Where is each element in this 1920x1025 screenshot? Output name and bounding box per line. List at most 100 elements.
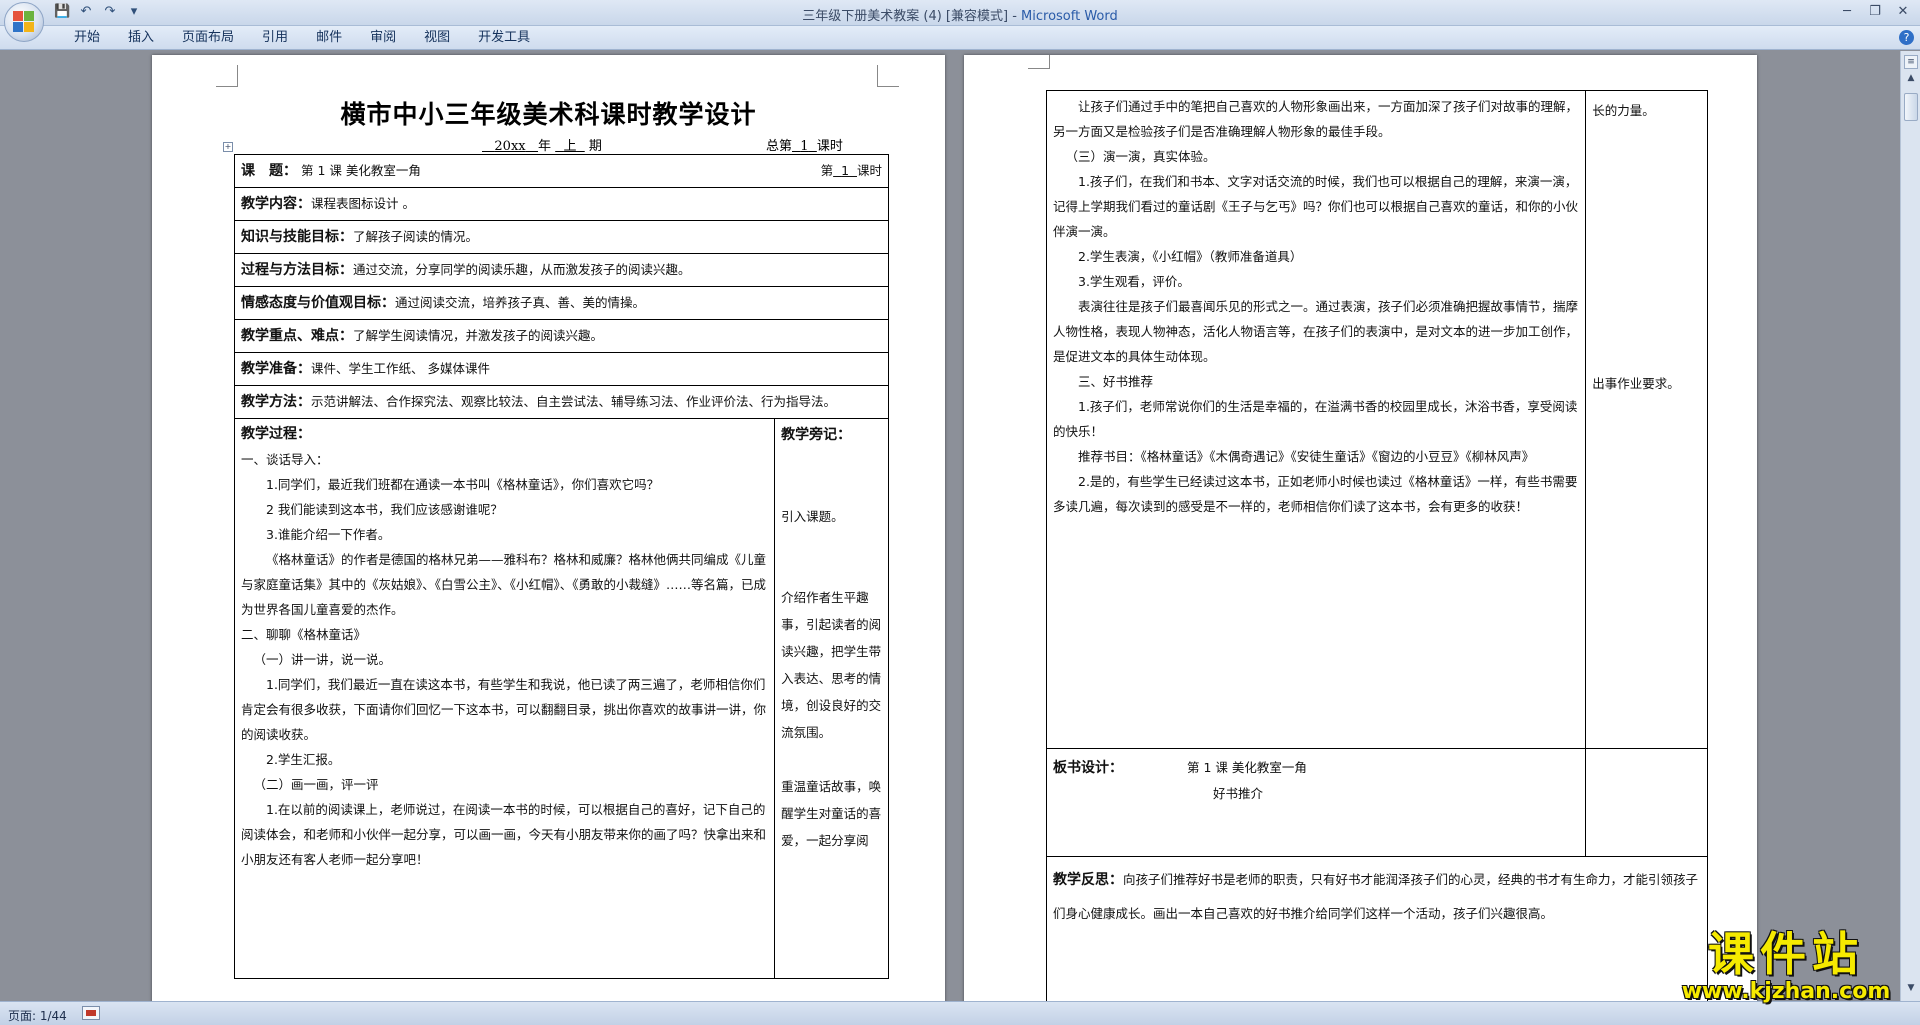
term-info: 20xx 年 上 期: [494, 139, 602, 154]
info-row: 过程与方法目标：通过交流，分享同学的阅读乐趣，从而激发孩子的阅读兴趣。: [234, 253, 889, 287]
note-text: 长的力量。: [1592, 103, 1655, 118]
scroll-up-icon[interactable]: ▲: [1904, 73, 1918, 87]
tab-7[interactable]: 开发工具: [464, 30, 544, 46]
process-paragraph: 2.是的，有些学生已经读过这本书，正如老师小时候也读过《格林童话》一样，有些书需…: [1053, 474, 1578, 514]
site-watermark: 课件站 www.kjzhan.com: [1676, 928, 1896, 1004]
note-text: 重温童话故事，唤醒学生对童话的喜爱，一起分享阅: [781, 779, 882, 848]
row-label: 过程与方法目标：: [241, 262, 353, 278]
info-row: 情感态度与价值观目标：通过阅读交流，培养孩子真、善、美的情操。: [234, 286, 889, 320]
tab-3[interactable]: 引用: [248, 30, 302, 46]
process-paragraph: 1.同学们，最近我们班都在通读一本书叫《格林童话》，你们喜欢它吗？: [266, 477, 660, 492]
process-paragraph: 让孩子们通过手中的笔把自己喜欢的人物形象画出来，一方面加深了孩子们对故事的理解，…: [1053, 99, 1579, 139]
minimize-icon[interactable]: ─: [1834, 2, 1860, 22]
restore-icon[interactable]: ❐: [1862, 2, 1888, 22]
tab-2[interactable]: 页面布局: [168, 30, 248, 46]
reflection-text: 向孩子们推荐好书是老师的职责，只有好书才能润泽孩子们的心灵，经典的书才有生命力，…: [1053, 872, 1699, 921]
language-icon[interactable]: [82, 1006, 100, 1020]
margin-mark: [1028, 55, 1050, 69]
scroll-down-icon[interactable]: ▼: [1904, 983, 1918, 997]
tab-list: 开始 插入 页面布局 引用 邮件 审阅 视图 开发工具: [60, 30, 544, 46]
topic-row: 课 题： 第 1 课 美化教室一角 第 1 课时: [234, 154, 889, 188]
process-paragraph: 1.在以前的阅读课上，老师说过，在阅读一本书的时候，可以根据自己的喜好，记下自己…: [241, 802, 767, 867]
row-value: 课件、学生工作纸、 多媒体课件: [311, 361, 490, 376]
office-button[interactable]: [4, 2, 44, 42]
notes-cell: 教学旁记： 引入课题。 介绍作者生平趣事，引起读者的阅读兴趣，把学生带入表达、思考…: [774, 418, 889, 979]
notes-cell-continued: 长的力量。 出事作业要求。: [1585, 90, 1708, 749]
process-row: 教学过程： 一、谈话导入： 1.同学们，最近我们班都在通读一本书叫《格林童话》，你…: [233, 418, 889, 979]
process-paragraph: （二）画一画，评一评: [253, 777, 379, 792]
row-label: 情感态度与价值观目标：: [241, 295, 395, 311]
row-value: 通过交流，分享同学的阅读乐趣，从而激发孩子的阅读兴趣。: [353, 262, 691, 277]
window-title: 三年级下册美术教案 (4) [兼容模式] - Microsoft Word: [802, 9, 1118, 24]
close-icon[interactable]: ✕: [1890, 2, 1916, 22]
process-paragraph: 1.同学们，我们最近一直在读这本书，有些学生和我说，他已读了两三遍了，老师相信你…: [241, 677, 767, 742]
process-paragraph: 三、好书推荐: [1078, 374, 1154, 389]
tab-4[interactable]: 邮件: [302, 30, 356, 46]
info-row: 教学准备：课件、学生工作纸、 多媒体课件: [234, 352, 889, 386]
info-row: 教学内容：课程表图标设计 。: [234, 187, 889, 221]
process-paragraph: （一）讲一讲，说一说。: [253, 652, 392, 667]
note-text: 出事作业要求。: [1592, 376, 1680, 391]
margin-mark: [877, 65, 899, 87]
page-2: 让孩子们通过手中的笔把自己喜欢的人物形象画出来，一方面加深了孩子们对故事的理解，…: [964, 55, 1757, 1015]
board-design-cell: 板书设计： 第 1 课 美化教室一角 好书推介: [1045, 748, 1587, 857]
lesson-count: 第 1 课时: [820, 163, 882, 178]
tab-6[interactable]: 视图: [410, 30, 464, 46]
process-paragraph: 二、聊聊《格林童话》: [241, 627, 367, 642]
status-bar: 页面: 1/44: [0, 1001, 1920, 1025]
row-label: 教学内容：: [241, 196, 311, 212]
process-paragraph: 1.孩子们，在我们和书本、文字对话交流的时候，我们也可以根据自己的理解，来演一演…: [1053, 174, 1579, 239]
lesson-table-continued: 让孩子们通过手中的笔把自己喜欢的人物形象画出来，一方面加深了孩子们对故事的理解，…: [1045, 90, 1708, 1015]
scroll-thumb[interactable]: [1904, 93, 1918, 121]
note-text: 引入课题。: [781, 509, 844, 524]
watermark-logo-text: 课件站: [1708, 927, 1864, 981]
process-row-continued: 让孩子们通过手中的笔把自己喜欢的人物形象画出来，一方面加深了孩子们对故事的理解，…: [1045, 90, 1708, 749]
total-lessons: 总第 1 课时: [766, 139, 843, 154]
process-paragraph: 2.学生汇报。: [266, 752, 341, 767]
office-logo-icon: [13, 11, 35, 33]
reflection-row: 教学反思：向孩子们推荐好书是老师的职责，只有好书才能润泽孩子们的心灵，经典的书才…: [1046, 856, 1708, 1015]
process-paragraph: 推荐书目：《格林童话》《木偶奇遇记》《安徒生童话》《窗边的小豆豆》《柳林风声》: [1078, 449, 1535, 464]
window-controls: ─ ❐ ✕: [1834, 2, 1916, 22]
tab-5[interactable]: 审阅: [356, 30, 410, 46]
process-cell: 教学过程： 一、谈话导入： 1.同学们，最近我们班都在通读一本书叫《格林童话》，你…: [233, 418, 776, 979]
row-label: 教学重点、难点：: [241, 328, 353, 344]
note-text: 介绍作者生平趣事，引起读者的阅读兴趣，把学生带入表达、思考的情境，创设良好的交流…: [781, 590, 882, 740]
row-value: 示范讲解法、合作探究法、观察比较法、自主尝试法、辅导练习法、作业评价法、行为指导…: [311, 394, 837, 409]
topic-value: 第 1 课 美化教室一角: [300, 163, 421, 178]
page-counter[interactable]: 页面: 1/44: [8, 1007, 67, 1024]
row-label: 教学方法：: [241, 394, 311, 410]
process-paragraph: （三）演一演，真实体验。: [1065, 149, 1216, 164]
process-paragraph: 3.学生观看，评价。: [1078, 274, 1190, 289]
process-paragraph: 1.孩子们，老师常说你们的生活是幸福的，在溢满书香的校园里成长，沐浴书香，享受阅…: [1053, 399, 1578, 439]
row-value: 了解孩子阅读的情况。: [353, 229, 479, 244]
board-line: 好书推介: [1213, 786, 1264, 801]
title-bar: 💾 ↶ ↷ ▾ 三年级下册美术教案 (4) [兼容模式] - Microsoft…: [0, 0, 1920, 26]
process-paragraph: 《格林童话》的作者是德国的格林兄弟——雅科布？格林和威廉？格林他俩共同编成《儿童…: [241, 552, 767, 617]
tab-1[interactable]: 插入: [114, 30, 168, 46]
process-paragraph: 2 我们能读到这本书，我们应该感谢谁呢？: [266, 502, 503, 517]
info-row: 教学方法：示范讲解法、合作探究法、观察比较法、自主尝试法、辅导练习法、作业评价法…: [234, 385, 889, 419]
board-row: 板书设计： 第 1 课 美化教室一角 好书推介: [1045, 748, 1708, 857]
tab-0[interactable]: 开始: [60, 30, 114, 46]
table-move-handle-icon[interactable]: +: [223, 142, 233, 152]
process-cell-continued: 让孩子们通过手中的笔把自己喜欢的人物形象画出来，一方面加深了孩子们对故事的理解，…: [1045, 90, 1587, 749]
process-paragraph: 一、谈话导入：: [241, 452, 329, 467]
page-1: 横市中小三年级美术科课时教学设计 20xx 年 上 期 总第 1 课时 + 课 …: [152, 55, 945, 1015]
process-paragraph: 表演往往是孩子们最喜闻乐见的形式之一。通过表演，孩子们必须准确把握故事情节，揣摩…: [1053, 299, 1579, 364]
ribbon-tabs: 开始 插入 页面布局 引用 邮件 审阅 视图 开发工具 ?: [0, 26, 1920, 50]
row-value: 课程表图标设计 。: [311, 196, 415, 211]
document-title: 横市中小三年级美术科课时教学设计: [340, 100, 757, 129]
vertical-scrollbar[interactable]: ≡ ▲ ▼: [1900, 51, 1920, 1001]
watermark-url: www.kjzhan.com: [1681, 979, 1891, 1004]
row-label: 知识与技能目标：: [241, 229, 353, 245]
help-icon[interactable]: ?: [1899, 30, 1914, 45]
row-label: 教学准备：: [241, 361, 311, 377]
info-row: 教学重点、难点：了解学生阅读情况，并激发孩子的阅读兴趣。: [234, 319, 889, 353]
process-paragraph: 3.谁能介绍一下作者。: [266, 527, 391, 542]
ruler-toggle-icon[interactable]: ≡: [1904, 55, 1918, 69]
row-value: 通过阅读交流，培养孩子真、善、美的情操。: [395, 295, 646, 310]
info-row: 知识与技能目标：了解孩子阅读的情况。: [234, 220, 889, 254]
reflection-cell: 教学反思：向孩子们推荐好书是老师的职责，只有好书才能润泽孩子们的心灵，经典的书才…: [1046, 856, 1708, 1015]
process-paragraph: 2.学生表演，《小红帽》（教师准备道具）: [1078, 249, 1303, 264]
